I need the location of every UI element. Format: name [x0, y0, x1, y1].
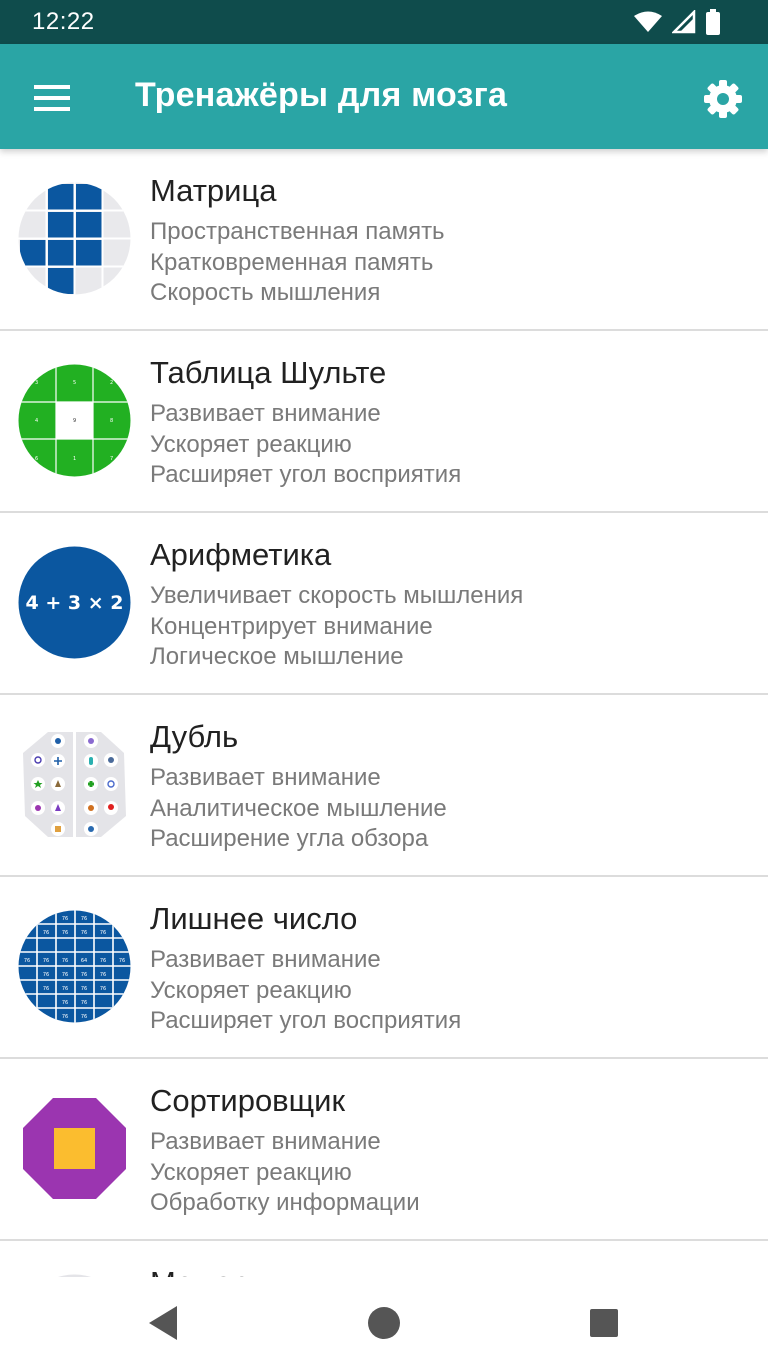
item-description: Развивает внимание Ускоряет реакцию Обра…	[150, 1127, 420, 1219]
settings-button[interactable]	[698, 74, 748, 124]
schulte-table-icon: 3 5 2 4 9 8 6 1 7	[18, 364, 131, 477]
svg-text:76: 76	[62, 916, 68, 922]
svg-text:76: 76	[43, 958, 49, 964]
svg-text:76: 76	[62, 986, 68, 992]
svg-text:76: 76	[62, 958, 68, 964]
list-item-memory[interactable]: Мемори	[0, 1241, 768, 1277]
status-icons	[634, 9, 720, 35]
svg-text:76: 76	[100, 930, 106, 936]
svg-text:8: 8	[110, 418, 113, 424]
battery-icon	[706, 9, 720, 35]
item-title: Сортировщик	[150, 1083, 346, 1118]
matrix-icon	[18, 182, 131, 295]
item-line: Ускоряет реакцию	[150, 430, 352, 458]
svg-text:76: 76	[81, 986, 87, 992]
svg-text:76: 76	[62, 930, 68, 936]
item-line: Кратковременная память	[150, 248, 434, 276]
arithmetic-icon: 4 + 3 × 2	[18, 546, 131, 659]
svg-text:64: 64	[81, 958, 87, 964]
svg-text:4: 4	[35, 418, 38, 424]
list-item-extra-number[interactable]: 76 76 76 76 76 76 76 76 76 64 76 76 76 76 76 76 76 76…	[0, 877, 768, 1059]
trainer-list: Матрица Пространственная память Кратковр…	[0, 149, 768, 1277]
app-title: Тренажёры для мозга	[135, 76, 508, 114]
svg-text:9: 9	[73, 418, 76, 424]
svg-text:76: 76	[81, 1000, 87, 1006]
signal-icon	[672, 10, 696, 34]
wifi-icon	[634, 11, 662, 32]
svg-text:6: 6	[35, 456, 38, 462]
navigation-bar	[0, 1277, 768, 1366]
list-item-schulte[interactable]: 3 5 2 4 9 8 6 1 7 Таблица Шульте Развивает вни…	[0, 331, 768, 513]
svg-text:7: 7	[110, 456, 113, 462]
item-title: Дубль	[150, 719, 239, 754]
arithmetic-icon-text: 4 + 3 × 2	[26, 592, 124, 614]
svg-text:76: 76	[43, 986, 49, 992]
list-item-matrix[interactable]: Матрица Пространственная память Кратковр…	[0, 149, 768, 331]
item-line: Логическое мышление	[150, 643, 404, 670]
svg-text:76: 76	[24, 958, 30, 964]
item-line: Ускоряет реакцию	[150, 1158, 352, 1186]
item-title: Матрица	[150, 173, 277, 208]
sorter-icon	[23, 1098, 126, 1199]
item-line: Расширяет угол восприятия	[150, 461, 462, 488]
status-bar: 12:22	[0, 0, 768, 44]
svg-text:76: 76	[81, 930, 87, 936]
list-item-double[interactable]: Дубль Развивает внимание Аналитическое м…	[0, 695, 768, 877]
svg-text:76: 76	[100, 958, 106, 964]
recents-button[interactable]	[584, 1303, 624, 1343]
svg-text:76: 76	[81, 916, 87, 922]
svg-text:76: 76	[62, 1014, 68, 1020]
item-line: Ускоряет реакцию	[150, 976, 352, 1004]
menu-button[interactable]	[22, 74, 82, 122]
item-line: Аналитическое мышление	[150, 794, 447, 822]
item-line: Скорость мышления	[150, 279, 381, 306]
item-description: Пространственная память Кратковременная …	[150, 217, 445, 309]
item-line: Развивает внимание	[150, 1128, 381, 1155]
item-line: Развивает внимание	[150, 946, 381, 973]
item-line: Пространственная память	[150, 218, 445, 245]
app-bar: Тренажёры для мозга	[0, 44, 768, 149]
item-description: Увеличивает скорость мышления Концентрир…	[150, 581, 523, 673]
svg-text:76: 76	[43, 930, 49, 936]
double-icon	[23, 730, 126, 839]
item-line: Расширяет угол восприятия	[150, 1007, 462, 1034]
svg-text:76: 76	[81, 972, 87, 978]
item-title: Мемори	[150, 1265, 267, 1277]
extra-number-icon: 76 76 76 76 76 76 76 76 76 64 76 76 76 76 76 76 76 76…	[18, 910, 131, 1023]
list-item-arithmetic[interactable]: 4 + 3 × 2 Арифметика Увеличивает скорост…	[0, 513, 768, 695]
list-item-sorter[interactable]: Сортировщик Развивает внимание Ускоряет …	[0, 1059, 768, 1241]
item-description: Развивает внимание Аналитическое мышлени…	[150, 763, 447, 855]
svg-text:3: 3	[35, 380, 38, 386]
home-button[interactable]	[364, 1303, 404, 1343]
hamburger-menu-icon	[34, 85, 70, 111]
gear-icon	[704, 80, 742, 118]
item-line: Обработку информации	[150, 1189, 420, 1216]
item-title: Арифметика	[150, 537, 332, 572]
back-triangle-icon	[149, 1306, 177, 1340]
status-time: 12:22	[32, 8, 95, 35]
recents-square-icon	[590, 1309, 618, 1337]
svg-text:76: 76	[43, 972, 49, 978]
item-description: Развивает внимание Ускоряет реакцию Расш…	[150, 399, 461, 491]
svg-text:76: 76	[81, 1014, 87, 1020]
svg-text:76: 76	[100, 986, 106, 992]
item-description: Развивает внимание Ускоряет реакцию Расш…	[150, 945, 461, 1037]
item-line: Развивает внимание	[150, 400, 381, 427]
back-button[interactable]	[145, 1303, 185, 1343]
svg-text:1: 1	[73, 456, 76, 462]
item-title: Лишнее число	[150, 901, 358, 936]
svg-text:76: 76	[119, 958, 125, 964]
item-title: Таблица Шульте	[150, 355, 387, 390]
svg-text:76: 76	[100, 972, 106, 978]
home-circle-icon	[368, 1307, 400, 1339]
svg-text:76: 76	[62, 972, 68, 978]
item-line: Концентрирует внимание	[150, 612, 433, 640]
svg-text:76: 76	[62, 1000, 68, 1006]
item-line: Расширение угла обзора	[150, 825, 429, 852]
item-line: Развивает внимание	[150, 764, 381, 791]
svg-text:2: 2	[110, 380, 113, 386]
item-line: Увеличивает скорость мышления	[150, 582, 524, 609]
svg-text:5: 5	[73, 380, 76, 386]
